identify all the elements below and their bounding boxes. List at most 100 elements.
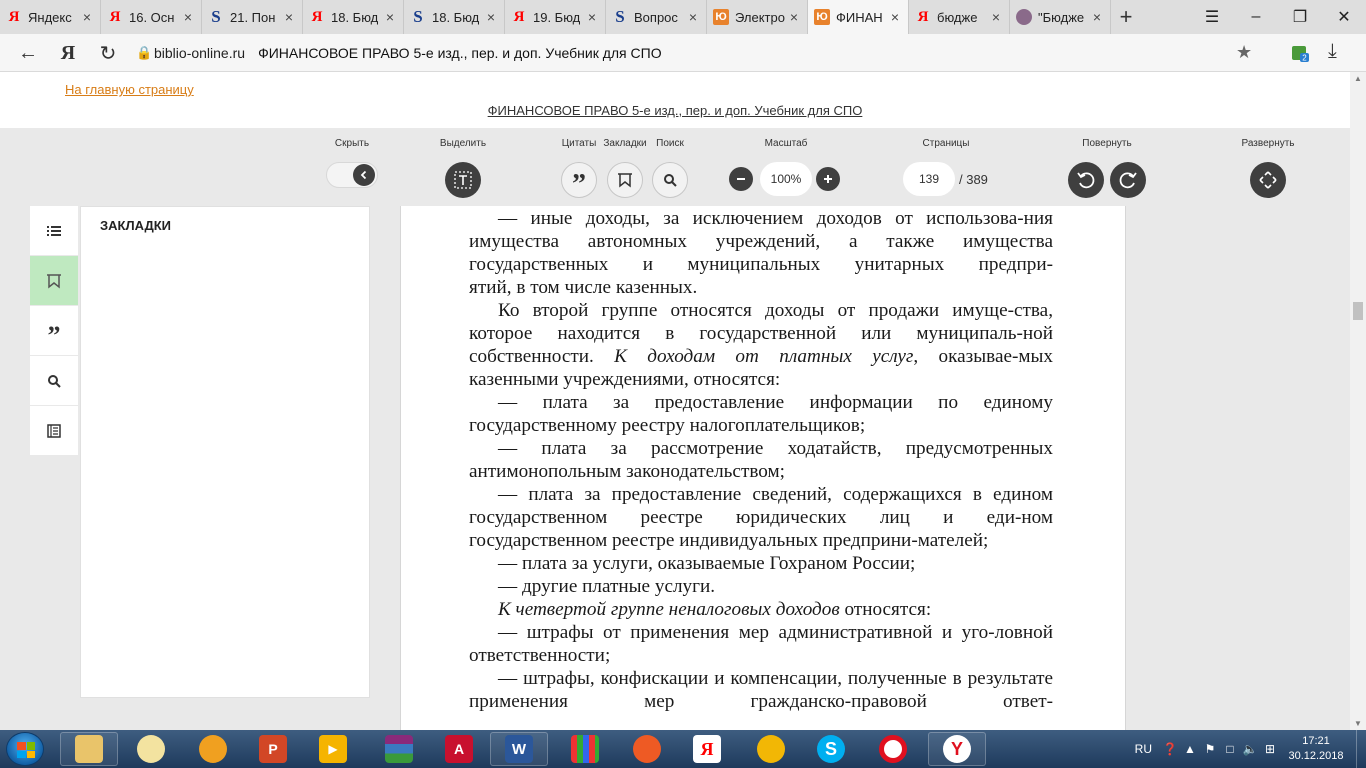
yandex-icon: Я	[8, 8, 20, 25]
select-label: Выделить	[439, 138, 487, 149]
browser-tab[interactable]: S Вопрос ×	[606, 0, 707, 34]
browser-tab[interactable]: Я 16. Осн ×	[101, 0, 202, 34]
language-indicator[interactable]: RU	[1135, 742, 1152, 756]
url-field[interactable]: 🔒 biblio-online.ru ФИНАНСОВОЕ ПРАВО 5-е …	[136, 39, 1266, 67]
url-page-title: ФИНАНСОВОЕ ПРАВО 5-е изд., пер. и доп. У…	[258, 45, 662, 61]
address-bar: ← Я ↻ 🔒 biblio-online.ru ФИНАНСОВОЕ ПРАВ…	[0, 34, 1366, 72]
close-tab-icon[interactable]: ×	[585, 9, 599, 25]
scrollbar-thumb[interactable]	[1353, 302, 1363, 320]
browser-tab[interactable]: Ю Электро ×	[707, 0, 808, 34]
paragraph: — плата за предоставление информации по …	[469, 392, 1053, 436]
help-icon[interactable]: ❓	[1161, 742, 1179, 756]
page-header: На главную страницу ФИНАНСОВОЕ ПРАВО 5-е…	[0, 72, 1350, 128]
menu-icon[interactable]: ☰	[1190, 0, 1234, 34]
sidebar-item-bookmarks[interactable]	[30, 256, 78, 305]
book-title-link[interactable]: ФИНАНСОВОЕ ПРАВО 5-е изд., пер. и доп. У…	[0, 103, 1350, 118]
browser-tab[interactable]: Я 18. Бюд ×	[303, 0, 404, 34]
scroll-up-icon[interactable]: ▲	[1354, 74, 1362, 83]
close-tab-icon[interactable]: ×	[80, 9, 94, 25]
browser-tab-label: "Бюдже	[1038, 9, 1085, 25]
taskbar-app[interactable]	[618, 732, 676, 766]
sidebar-item-notes[interactable]	[30, 406, 78, 455]
close-tab-icon[interactable]: ×	[282, 9, 296, 25]
close-tab-icon[interactable]: ×	[989, 9, 1003, 25]
close-tab-icon[interactable]: ×	[888, 9, 902, 25]
hide-label: Скрыть	[334, 138, 370, 149]
paragraph: ятий, в том числе казенных.	[469, 277, 698, 298]
close-tab-icon[interactable]: ×	[1090, 9, 1104, 25]
taskbar-video[interactable]: ▶	[304, 732, 362, 766]
close-tab-icon[interactable]: ×	[686, 9, 700, 25]
paragraph: — плата за рассмотрение ходатайств, пред…	[469, 438, 1053, 482]
taskbar-yandex-browser[interactable]: Y	[928, 732, 986, 766]
taskbar-skype[interactable]: S	[802, 732, 860, 766]
expand-label: Развернуть	[1241, 138, 1295, 149]
back-button[interactable]: ←	[16, 41, 40, 65]
browser-tab[interactable]: Ю ФИНАН ×	[808, 0, 909, 34]
taskbar-yandex[interactable]: Я	[678, 732, 736, 766]
yandex-home-icon[interactable]: Я	[56, 41, 80, 65]
taskbar-acrobat[interactable]: A	[430, 732, 488, 766]
clock-time: 17:21	[1302, 735, 1330, 747]
taskbar-app[interactable]	[122, 732, 180, 766]
expand-button[interactable]	[1250, 162, 1286, 198]
volume-icon[interactable]: 🔈	[1241, 742, 1259, 756]
bookmarks-button[interactable]	[607, 162, 643, 198]
new-tab-button[interactable]: +	[1111, 0, 1141, 34]
browser-tab[interactable]: S 18. Бюд ×	[404, 0, 505, 34]
network-icon[interactable]: □	[1221, 742, 1239, 756]
taskbar-app[interactable]	[742, 732, 800, 766]
page-text: — иные доходы, за исключением доходов от…	[469, 206, 1053, 713]
tray-arrow-icon[interactable]: ▲	[1181, 742, 1199, 756]
browser-tab[interactable]: "Бюдже ×	[1010, 0, 1111, 34]
rotate-left-button[interactable]	[1068, 162, 1104, 198]
taskbar-app[interactable]	[184, 732, 242, 766]
windows-icon[interactable]: ⊞	[1261, 742, 1279, 756]
search-button[interactable]	[652, 162, 688, 198]
close-tab-icon[interactable]: ×	[787, 9, 801, 25]
select-text-button[interactable]	[445, 162, 481, 198]
reload-button[interactable]: ↻	[96, 41, 120, 65]
rotate-right-button[interactable]	[1110, 162, 1146, 198]
taskbar-explorer[interactable]	[60, 732, 118, 766]
sidebar-item-contents[interactable]	[30, 206, 78, 255]
minimize-button[interactable]: –	[1234, 0, 1278, 34]
maximize-button[interactable]: ❐	[1278, 0, 1322, 34]
close-window-button[interactable]: ✕	[1322, 0, 1366, 34]
browser-tab[interactable]: Ябюдже ×	[909, 0, 1010, 34]
downloads-icon[interactable]: ⤓	[1328, 40, 1337, 63]
folder-icon	[75, 735, 103, 763]
clock[interactable]: 17:21 30.12.2018	[1280, 734, 1352, 764]
hide-panel-toggle[interactable]	[326, 162, 378, 188]
quotes-button[interactable]: ”	[561, 162, 597, 199]
scroll-down-icon[interactable]: ▼	[1354, 719, 1362, 728]
taskbar-app[interactable]	[556, 732, 614, 766]
url-domain: biblio-online.ru	[154, 45, 246, 61]
show-desktop-button[interactable]	[1356, 730, 1366, 768]
sidebar-item-search[interactable]	[30, 356, 78, 405]
zoom-out-button[interactable]	[729, 167, 753, 191]
close-tab-icon[interactable]: ×	[383, 9, 397, 25]
taskbar-powerpoint[interactable]: P	[244, 732, 302, 766]
browser-tab[interactable]: S 21. Пон ×	[202, 0, 303, 34]
extension-icon[interactable]: 2	[1290, 43, 1310, 63]
taskbar-winrar[interactable]	[370, 732, 428, 766]
browser-tab[interactable]: Я Яндекс ×	[0, 0, 101, 34]
sidebar-rail: ”	[30, 206, 78, 456]
text-select-icon	[454, 171, 472, 189]
taskbar-opera[interactable]	[864, 732, 922, 766]
bookmark-star-icon[interactable]: ★	[1236, 42, 1252, 63]
page-number-input[interactable]	[903, 162, 955, 196]
zoom-in-button[interactable]	[816, 167, 840, 191]
yandex-icon: Я	[917, 8, 929, 25]
taskbar-word[interactable]: W	[490, 732, 548, 766]
home-link[interactable]: На главную страницу	[65, 82, 194, 97]
flag-icon[interactable]: ⚑	[1201, 742, 1219, 756]
close-tab-icon[interactable]: ×	[484, 9, 498, 25]
page-scrollbar[interactable]: ▲ ▼	[1350, 72, 1366, 730]
browser-tab[interactable]: Я 19. Бюд ×	[505, 0, 606, 34]
close-tab-icon[interactable]: ×	[181, 9, 195, 25]
yandex-icon: Я	[311, 8, 323, 25]
sidebar-item-quotes[interactable]: ”	[30, 306, 78, 355]
start-button[interactable]	[6, 732, 44, 766]
